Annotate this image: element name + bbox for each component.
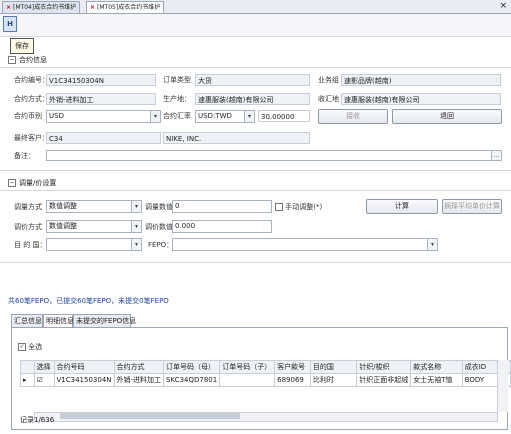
table-row[interactable]: ▸ ☑ V1C34150304N 外销-进料加工 SKC34QD7801 689… (20, 373, 511, 387)
tab-mt05[interactable]: × [MT05]成衣合约书维护 (86, 1, 165, 13)
contract-method-field: 外销-进料加工 (46, 93, 156, 105)
currency-label: 合约币别 (14, 112, 42, 120)
collapse-icon[interactable]: − (8, 179, 16, 187)
chevron-down-icon[interactable]: ▾ (150, 111, 160, 122)
chevron-down-icon[interactable]: ▾ (131, 221, 141, 232)
divider (0, 170, 511, 171)
manual-adjust-checkbox[interactable]: 手动调整(*) (275, 201, 322, 213)
price-method-select[interactable]: 数值调整 ▾ (46, 220, 142, 233)
chevron-down-icon[interactable]: ▾ (244, 111, 254, 122)
save-icon[interactable]: H (3, 16, 17, 32)
remark-field[interactable]: … (46, 150, 502, 161)
scrollbar-thumb[interactable] (60, 413, 240, 419)
divider (0, 190, 511, 191)
column-header[interactable]: 合约号码 (53, 360, 115, 374)
contract-no-label: 合约编号： (14, 76, 49, 84)
record-counter: 记录1/636 (20, 416, 55, 424)
contract-section-header[interactable]: − 合约信息 (8, 54, 47, 66)
price-method-label: 调价方式 (14, 223, 42, 231)
tab-close-icon[interactable]: × (90, 4, 95, 11)
calculate-button[interactable]: 计算 (366, 199, 438, 214)
currency-select[interactable]: USD ▾ (46, 110, 161, 123)
table-cell (219, 373, 276, 387)
fepo-select[interactable]: ▾ (172, 238, 438, 251)
table-cell: 689069 (274, 373, 311, 387)
dest-country-label: 目 的 国： (14, 241, 47, 249)
rate-currency-select[interactable]: USD:TWD ▾ (195, 110, 255, 123)
table-cell: 针织正面非起绒 (356, 373, 412, 387)
row-indicator (20, 360, 35, 374)
tab-close-icon[interactable]: × (6, 4, 11, 11)
tab-mt04[interactable]: × [MT04]成衣合约书维护 (2, 1, 81, 13)
document-tab-bar: × [MT04]成衣合约书维护 × [MT05]成衣合约书维护 × (0, 0, 511, 14)
table-cell: 外销-进料加工 (113, 373, 165, 387)
producer-label: 生产地： (163, 95, 191, 103)
contract-no-field: V1C34150304N (46, 74, 156, 86)
customer-code-field: C34 (46, 132, 161, 144)
contract-method-label: 合约方式： (14, 95, 49, 103)
select-cell[interactable]: ☑ (33, 373, 55, 387)
divider (0, 67, 511, 68)
qty-method-label: 调量方式 (14, 203, 42, 211)
producer-field: 速惠服装(越南)有限公司 (195, 93, 310, 105)
divider (0, 262, 511, 263)
rate-value-field: 30.00000 (258, 110, 310, 122)
select-all-checkbox[interactable]: ✓ 全选 (18, 341, 42, 353)
chevron-down-icon[interactable]: ▾ (131, 201, 141, 212)
tab-detail-info[interactable]: 明细信息 (43, 314, 74, 327)
column-header[interactable]: 订单号码（母） (163, 360, 221, 374)
column-header[interactable]: 订单号码（子） (219, 360, 276, 374)
more-icon[interactable]: … (491, 151, 501, 160)
order-type-label: 订单类型 (163, 76, 191, 84)
column-header[interactable]: 合约方式 (113, 360, 165, 374)
fepo-summary: 共60笔FEPO，已提交60笔FEPO，未提交0笔FEPO (8, 297, 169, 305)
tab-unsubmitted-fepo[interactable]: 未提交的FEPO信息 (73, 314, 136, 327)
price-value-label: 调价数值 (145, 223, 173, 231)
vertical-scrollbar[interactable] (497, 360, 508, 412)
column-header[interactable]: 款式名称 (410, 360, 463, 374)
detail-grid: 选择 合约号码 合约方式 订单号码（母） 订单号码（子） 客户款号 目的国 针织… (20, 360, 511, 387)
checkbox-icon[interactable] (275, 203, 283, 211)
qty-value-label: 调量数值 (145, 203, 173, 211)
column-header[interactable]: 选择 (33, 360, 55, 374)
table-cell: V1C34150304N (53, 373, 115, 387)
column-header[interactable]: 客户款号 (274, 360, 311, 374)
close-all-icon[interactable]: × (499, 0, 507, 12)
dest-country-select[interactable]: ▾ (46, 238, 142, 251)
qty-value-input[interactable]: 0 (172, 200, 272, 213)
remark-label: 备注： (14, 152, 35, 160)
table-cell: SKC34QD7801 (163, 373, 221, 387)
recv-label: 收汇地 (318, 95, 339, 103)
checkbox-checked-icon[interactable]: ✓ (18, 343, 26, 351)
dept-field: 速影品牌(越南) (341, 74, 501, 86)
receive-button[interactable]: 接收 (318, 109, 388, 124)
column-header[interactable]: 目的国 (309, 360, 358, 374)
fepo-label: FEPO： (148, 241, 174, 249)
dept-label: 业务组 (318, 76, 339, 84)
back-button[interactable]: 退回 (392, 109, 502, 124)
tab-summary-info[interactable]: 汇总信息 (11, 314, 43, 327)
chevron-down-icon[interactable]: ▾ (427, 239, 437, 250)
row-pointer-icon: ▸ (20, 373, 35, 387)
recv-field: 速惠服装(越南)有限公司 (341, 93, 501, 105)
grid-header-row: 选择 合约号码 合约方式 订单号码（母） 订单号码（子） 客户款号 目的国 针织… (20, 360, 511, 374)
chevron-down-icon[interactable]: ▾ (131, 239, 141, 250)
order-type-field: 大货 (195, 74, 310, 86)
table-cell: 女士无袖T恤 (410, 373, 463, 387)
avg-price-button[interactable]: 摘择平均单价计算 (442, 199, 502, 214)
price-value-input[interactable]: 0.000 (172, 220, 272, 233)
customer-label: 最终客户： (14, 134, 49, 142)
adjust-section-header[interactable]: − 调量/价设置 (8, 177, 56, 189)
save-tooltip: 保存 (10, 38, 34, 54)
rate-label: 合约汇率 (163, 112, 191, 120)
toolbar (0, 14, 511, 37)
qty-method-select[interactable]: 数值调整 ▾ (46, 200, 142, 213)
customer-name-field: NIKE, INC. (163, 132, 310, 144)
column-header[interactable]: 针织/梭织 (356, 360, 412, 374)
table-cell: 比利时 (309, 373, 358, 387)
collapse-icon[interactable]: − (8, 56, 16, 64)
